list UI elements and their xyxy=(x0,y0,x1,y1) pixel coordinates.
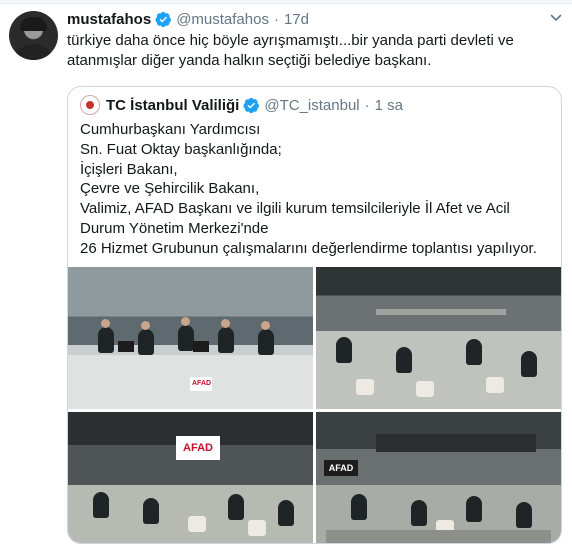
person-head xyxy=(221,319,230,328)
desk xyxy=(326,530,551,543)
handle[interactable]: @mustafahos xyxy=(176,11,269,28)
person xyxy=(98,327,114,353)
quoted-tweet[interactable]: TC İstanbul Valiliği @TC_istanbul · 1 sa… xyxy=(67,86,562,544)
chevron-down-icon[interactable] xyxy=(550,12,562,24)
quoted-display-name[interactable]: TC İstanbul Valiliği xyxy=(106,97,239,114)
monitor xyxy=(118,341,134,352)
person xyxy=(143,498,159,524)
quoted-header: TC İstanbul Valiliği @TC_istanbul · 1 sa xyxy=(80,95,403,115)
previous-tweet-edge xyxy=(0,0,572,4)
person xyxy=(466,339,482,365)
desk-row xyxy=(376,309,506,315)
person xyxy=(218,327,234,353)
person xyxy=(466,496,482,522)
tweet-header: mustafahos @mustafahos · 17d xyxy=(67,9,309,29)
person xyxy=(396,347,412,373)
video-wall xyxy=(376,434,536,452)
person xyxy=(278,500,294,526)
quoted-avatar xyxy=(80,95,100,115)
person xyxy=(351,494,367,520)
photo-meeting-hall[interactable] xyxy=(316,267,561,409)
person xyxy=(178,325,194,351)
person xyxy=(228,494,244,520)
afad-screen-sign: AFAD xyxy=(176,436,220,460)
chair xyxy=(188,516,206,532)
tweet-text: türkiye daha önce hiç böyle ayrışmamıştı… xyxy=(67,32,514,69)
avatar-shoulders xyxy=(13,44,54,60)
photo-grid: AFAD AFAD AFAD xyxy=(68,267,561,543)
monitor xyxy=(193,341,209,352)
separator-dot: · xyxy=(273,10,279,28)
display-name[interactable]: mustafahos xyxy=(67,11,151,28)
separator-dot: · xyxy=(364,96,370,114)
person-head xyxy=(141,321,150,330)
quoted-text-line: İçişleri Bakanı, xyxy=(80,160,178,178)
chair xyxy=(248,520,266,536)
quoted-text-line: Valimiz, AFAD Başkanı ve ilgili kurum te… xyxy=(80,200,510,237)
person xyxy=(93,492,109,518)
person xyxy=(521,351,537,377)
person xyxy=(336,337,352,363)
quoted-timestamp[interactable]: 1 sa xyxy=(375,97,403,114)
quoted-text-line: 26 Hizmet Grubunun çalışmalarını değerle… xyxy=(80,239,537,257)
verified-badge-icon xyxy=(243,97,260,113)
photo-meeting-podium[interactable]: AFAD xyxy=(68,267,313,409)
person xyxy=(258,329,274,355)
quoted-text-line: Cumhurbaşkanı Yardımcısı xyxy=(80,121,261,138)
avatar-cap xyxy=(20,17,47,31)
chair xyxy=(356,379,374,395)
person xyxy=(411,500,427,526)
afad-logo: AFAD xyxy=(190,377,212,391)
quoted-text-line: Çevre ve Şehircilik Bakanı, xyxy=(80,180,260,198)
chair xyxy=(486,377,504,393)
avatar[interactable] xyxy=(9,11,58,60)
chair xyxy=(416,381,434,397)
person xyxy=(138,329,154,355)
photo-afad-screen[interactable]: AFAD xyxy=(68,412,313,543)
quoted-handle[interactable]: @TC_istanbul xyxy=(264,97,359,114)
person-head xyxy=(181,317,190,326)
verified-badge-icon xyxy=(155,11,172,27)
quoted-text-line: Sn. Fuat Oktay başkanlığında; xyxy=(80,140,282,158)
person xyxy=(516,502,532,528)
person-head xyxy=(101,319,110,328)
person-head xyxy=(261,321,270,330)
afad-wall-sign: AFAD xyxy=(324,460,358,476)
quoted-text: Cumhurbaşkanı Yardımcısı Sn. Fuat Oktay … xyxy=(80,120,555,259)
timestamp[interactable]: 17d xyxy=(284,11,309,28)
photo-control-room[interactable]: AFAD xyxy=(316,412,561,543)
